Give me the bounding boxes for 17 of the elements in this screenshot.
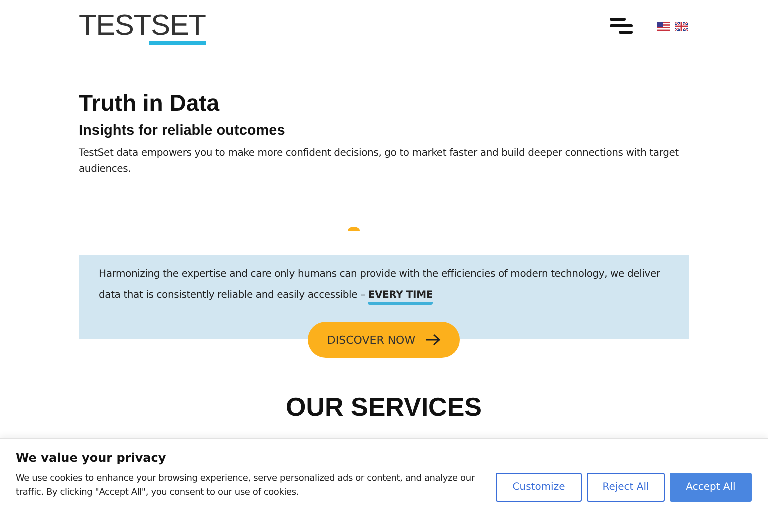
cookie-button[interactable]: Reject All [587, 473, 665, 502]
uk-flag-icon[interactable] [675, 22, 688, 30]
banner-text: Harmonizing the expertise and care only humans can provide with the efficiencies of modern technology, we deliver data that is consistently reliable and easily accessible – EVERY TIME [99, 264, 669, 306]
cookie-button[interactable]: Customize [496, 473, 582, 502]
menu-icon[interactable] [610, 18, 633, 34]
loader-icon [348, 227, 360, 231]
us-flag-icon[interactable] [657, 22, 670, 30]
logo[interactable]: TESTSET [79, 12, 206, 44]
hero-title: Truth in Data [79, 90, 221, 117]
cookie-text: We use cookies to enhance your browsing experience, serve personalized ads or content, and analyze our traffic. By clicking "Accept All", you consent to our use of cookies. [16, 473, 476, 500]
hero-subtitle: Insights for reliable outcomes [79, 123, 286, 139]
cookie-button[interactable]: Accept All [670, 473, 752, 502]
section-title: OUR SERVICES [284, 392, 483, 423]
arrow-icon [424, 334, 441, 346]
discover-button[interactable]: DISCOVER NOW [308, 322, 460, 358]
cookie-title: We value your privacy [16, 451, 168, 465]
hero-text: TestSet data empowers you to make more confident decisions, go to market faster and build deeper connections with target audiences. [79, 147, 680, 177]
